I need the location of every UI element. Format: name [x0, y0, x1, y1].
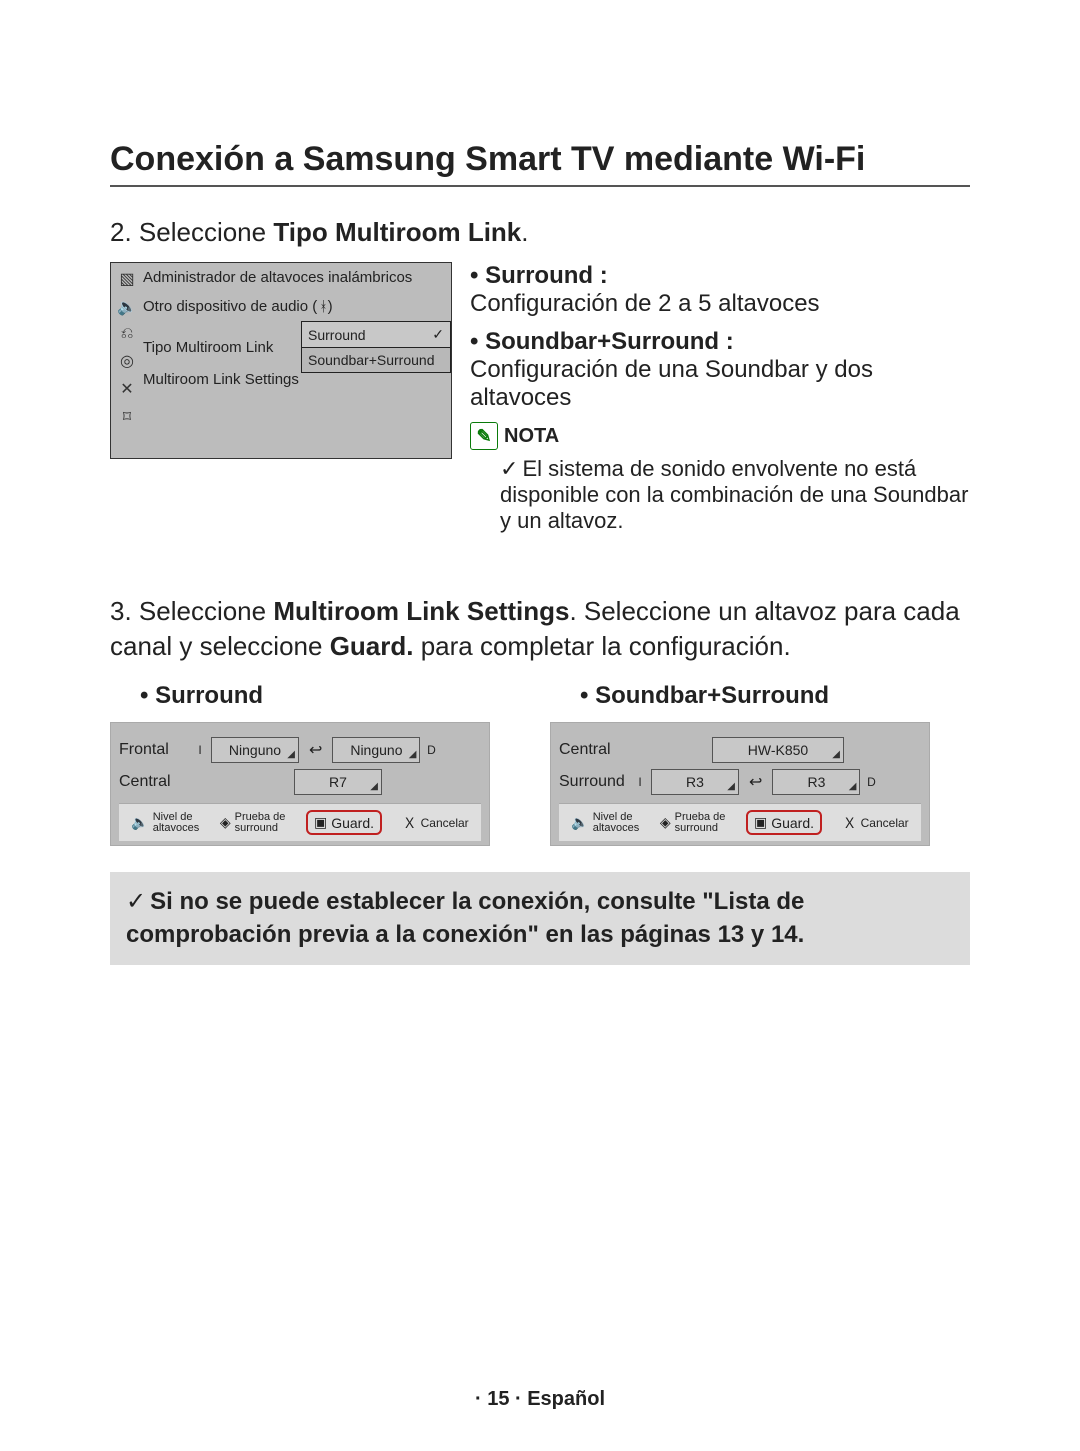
guard-button[interactable]: ▣Guard. [306, 810, 382, 835]
bullet-soundbar-surround: Soundbar+Surround : Configuración de una… [470, 328, 970, 412]
frontal-left-select[interactable]: Ninguno◢ [211, 737, 299, 763]
save-icon: ▣ [754, 814, 767, 831]
save-icon: ▣ [314, 814, 327, 831]
tv-item-admin[interactable]: Administrador de altavoces inalámbricos [143, 263, 451, 292]
multiroom-type-option[interactable]: Soundbar+Surround [301, 348, 451, 373]
tv-item-audio-device[interactable]: Otro dispositivo de audio (ᚼ) [143, 292, 451, 321]
central-sb-select[interactable]: HW-K850◢ [712, 737, 844, 763]
picture-icon: ▧ [119, 269, 134, 289]
nivel-altavoces-button[interactable]: 🔈 Nivel dealtavoces [131, 812, 199, 834]
nota-label: ✎ NOTA [470, 422, 970, 450]
surround-test-icon: ◈ [220, 814, 231, 831]
note-icon: ✎ [470, 422, 498, 450]
prueba-surround-button[interactable]: ◈ Prueba desurround [220, 812, 286, 834]
channel-d-sb: D [866, 775, 876, 789]
cancel-button-2[interactable]: Ｘ Cancelar [843, 813, 909, 833]
cancel-button[interactable]: Ｘ Cancelar [403, 813, 469, 833]
channel-i-sb: I [635, 775, 645, 789]
guard-button-2[interactable]: ▣Guard. [746, 810, 822, 835]
speaker-level-icon: 🔈 [571, 814, 588, 831]
config-panel-sbsurr: Central HW-K850◢ Surround I R3◢ ↩ R3◢ D … [550, 722, 930, 846]
check-icon: ✓ [126, 888, 146, 915]
bullet-surround: Surround : Configuración de 2 a 5 altavo… [470, 262, 970, 318]
page-footer: · 15 · Español [0, 1388, 1080, 1411]
nota-body: ✓El sistema de sonido envolvente no está… [500, 456, 970, 534]
config-panel-surround: Frontal I Ninguno◢ ↩ Ninguno◢ D Central … [110, 722, 490, 846]
swap-icon[interactable]: ↩ [309, 740, 322, 760]
multiroom-type-dropdown[interactable]: Surround ✓ [301, 321, 451, 348]
label-frontal: Frontal [119, 741, 189, 759]
tv-item-mlsettings[interactable]: Multiroom Link Settings [143, 371, 299, 388]
label-central: Central [119, 773, 189, 791]
step-3: 3. Seleccione Multiroom Link Settings. S… [110, 594, 970, 664]
bluetooth-icon: ᚼ [319, 298, 327, 314]
troubleshoot-note: ✓Si no se puede establecer la conexión, … [110, 872, 970, 965]
surround-right-select[interactable]: R3◢ [772, 769, 860, 795]
central-select[interactable]: R7◢ [294, 769, 382, 795]
frontal-right-select[interactable]: Ninguno◢ [332, 737, 420, 763]
step-2: 2. Seleccione Tipo Multiroom Link. [110, 217, 970, 248]
tools-icon: ✕ [120, 379, 133, 399]
speaker-level-icon: 🔈 [131, 814, 148, 831]
network-icon: ⎌ [121, 325, 134, 343]
label-central-sb: Central [559, 741, 629, 759]
tv-side-icons: ▧ 🔈 ⎌ ◎ ✕ ⌑ [111, 263, 143, 458]
surround-left-select[interactable]: R3◢ [651, 769, 739, 795]
prueba-surround-button-2[interactable]: ◈ Prueba desurround [660, 812, 726, 834]
surround-test-icon: ◈ [660, 814, 671, 831]
target-icon: ◎ [120, 351, 134, 371]
channel-d: D [426, 743, 436, 757]
tv-settings-panel: ▧ 🔈 ⎌ ◎ ✕ ⌑ Administrador de altavoces i… [110, 262, 452, 459]
cancel-icon: Ｘ [843, 813, 857, 833]
check-icon: ✓ [432, 326, 444, 343]
speaker-icon: 🔈 [117, 297, 137, 317]
config-title-sbsurr: Soundbar+Surround [580, 682, 930, 710]
tv-item-tipo[interactable]: Tipo Multiroom Link [143, 339, 273, 356]
label-surround-sb: Surround [559, 773, 629, 791]
swap-icon-sb[interactable]: ↩ [749, 772, 762, 792]
support-icon: ⌑ [123, 407, 131, 427]
config-title-surround: Surround [140, 682, 490, 710]
check-icon: ✓ [500, 456, 518, 481]
nivel-altavoces-button-2[interactable]: 🔈 Nivel dealtavoces [571, 812, 639, 834]
channel-i: I [195, 743, 205, 757]
page-title: Conexión a Samsung Smart TV mediante Wi-… [110, 140, 970, 179]
title-underline [110, 185, 970, 187]
cancel-icon: Ｘ [403, 813, 417, 833]
